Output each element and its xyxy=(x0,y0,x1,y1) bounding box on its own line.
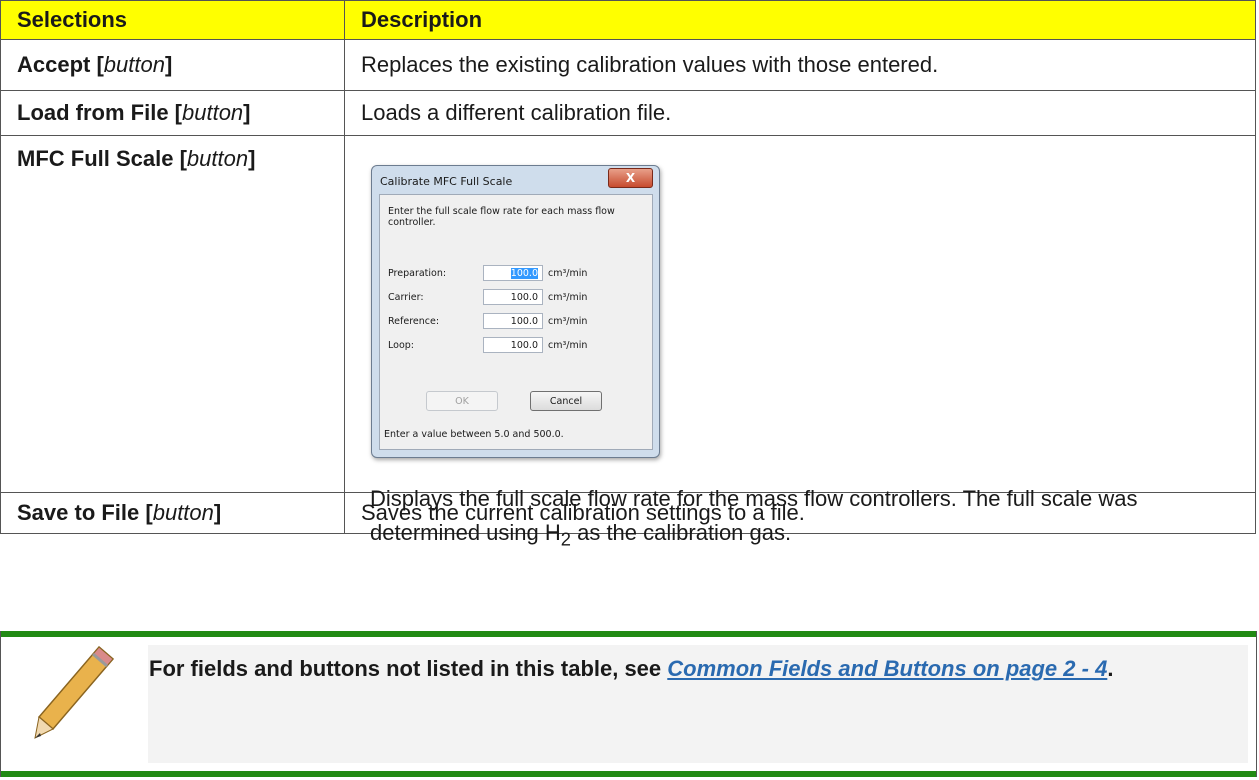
row-desc-load-from-file: Loads a different calibration file. xyxy=(344,90,1256,136)
row-label-accept: Accept [button] xyxy=(0,39,345,91)
preparation-input[interactable]: 100.0 xyxy=(483,265,543,281)
note-box: For fields and buttons not listed in thi… xyxy=(0,631,1257,777)
label-text: Load from File [ xyxy=(17,100,182,125)
label-italic: button xyxy=(152,500,214,525)
label-end: ] xyxy=(248,146,256,171)
mfc-description: Displays the full scale flow rate for th… xyxy=(370,482,1240,556)
common-fields-link[interactable]: Common Fields and Buttons on page 2 - 4 xyxy=(667,656,1107,681)
dialog-body: Enter the full scale flow rate for each … xyxy=(379,194,653,424)
label-text: Save to File [ xyxy=(17,500,153,525)
table-row: Accept [button] Replaces the existing ca… xyxy=(0,39,1256,91)
field-unit: cm³/min xyxy=(548,340,588,351)
note-text-before: For fields and buttons not listed in thi… xyxy=(149,656,668,681)
label-end: ] xyxy=(164,52,173,77)
label-text: MFC Full Scale [ xyxy=(17,146,187,171)
pencil-icon xyxy=(34,645,115,739)
label-end: ] xyxy=(243,100,251,125)
calibrate-mfc-dialog: Calibrate MFC Full Scale X Enter the ful… xyxy=(371,165,660,458)
field-label: Loop: xyxy=(388,340,414,351)
field-unit: cm³/min xyxy=(548,292,588,303)
mfc-desc-subscript: 2 xyxy=(560,528,571,550)
dialog-status-bar: Enter a value between 5.0 and 500.0. xyxy=(379,423,653,450)
field-label: Carrier: xyxy=(388,292,424,303)
cancel-button[interactable]: Cancel xyxy=(530,391,602,411)
label-italic: button xyxy=(103,52,165,77)
header-selections: Selections xyxy=(0,0,345,40)
row-label-save-to-file: Save to File [button] xyxy=(0,492,345,534)
dialog-instructions: Enter the full scale flow rate for each … xyxy=(388,206,615,228)
row-label-mfc-full-scale: MFC Full Scale [button] xyxy=(0,135,345,493)
table-row: Load from File [button] Loads a differen… xyxy=(0,90,1256,136)
label-italic: button xyxy=(186,146,249,171)
close-button[interactable]: X xyxy=(608,168,653,188)
row-label-load-from-file: Load from File [button] xyxy=(0,90,345,136)
field-unit: cm³/min xyxy=(548,268,588,279)
label-end: ] xyxy=(213,500,222,525)
status-text: Enter a value between 5.0 and 500.0. xyxy=(384,429,564,440)
mfc-desc-part2: as the calibration gas. xyxy=(570,520,792,545)
note-text-after: . xyxy=(1107,656,1114,681)
loop-input[interactable]: 100.0 xyxy=(483,337,543,353)
table-header-row: Selections Description xyxy=(0,0,1256,40)
dialog-title: Calibrate MFC Full Scale xyxy=(380,175,513,188)
carrier-input[interactable]: 100.0 xyxy=(483,289,543,305)
header-description: Description xyxy=(344,0,1256,40)
note-bar-top xyxy=(1,631,1256,637)
field-label: Reference: xyxy=(388,316,440,327)
note-text: For fields and buttons not listed in thi… xyxy=(149,651,1149,687)
label-italic: button xyxy=(182,100,244,125)
field-unit: cm³/min xyxy=(548,316,588,327)
reference-input[interactable]: 100.0 xyxy=(483,313,543,329)
note-bar-bottom xyxy=(1,771,1256,777)
field-label: Preparation: xyxy=(388,268,447,279)
row-desc-accept: Replaces the existing calibration values… xyxy=(344,39,1256,91)
field-value: 100.0 xyxy=(510,268,538,279)
label-text: Accept [ xyxy=(17,52,104,77)
ok-button[interactable]: OK xyxy=(426,391,498,411)
